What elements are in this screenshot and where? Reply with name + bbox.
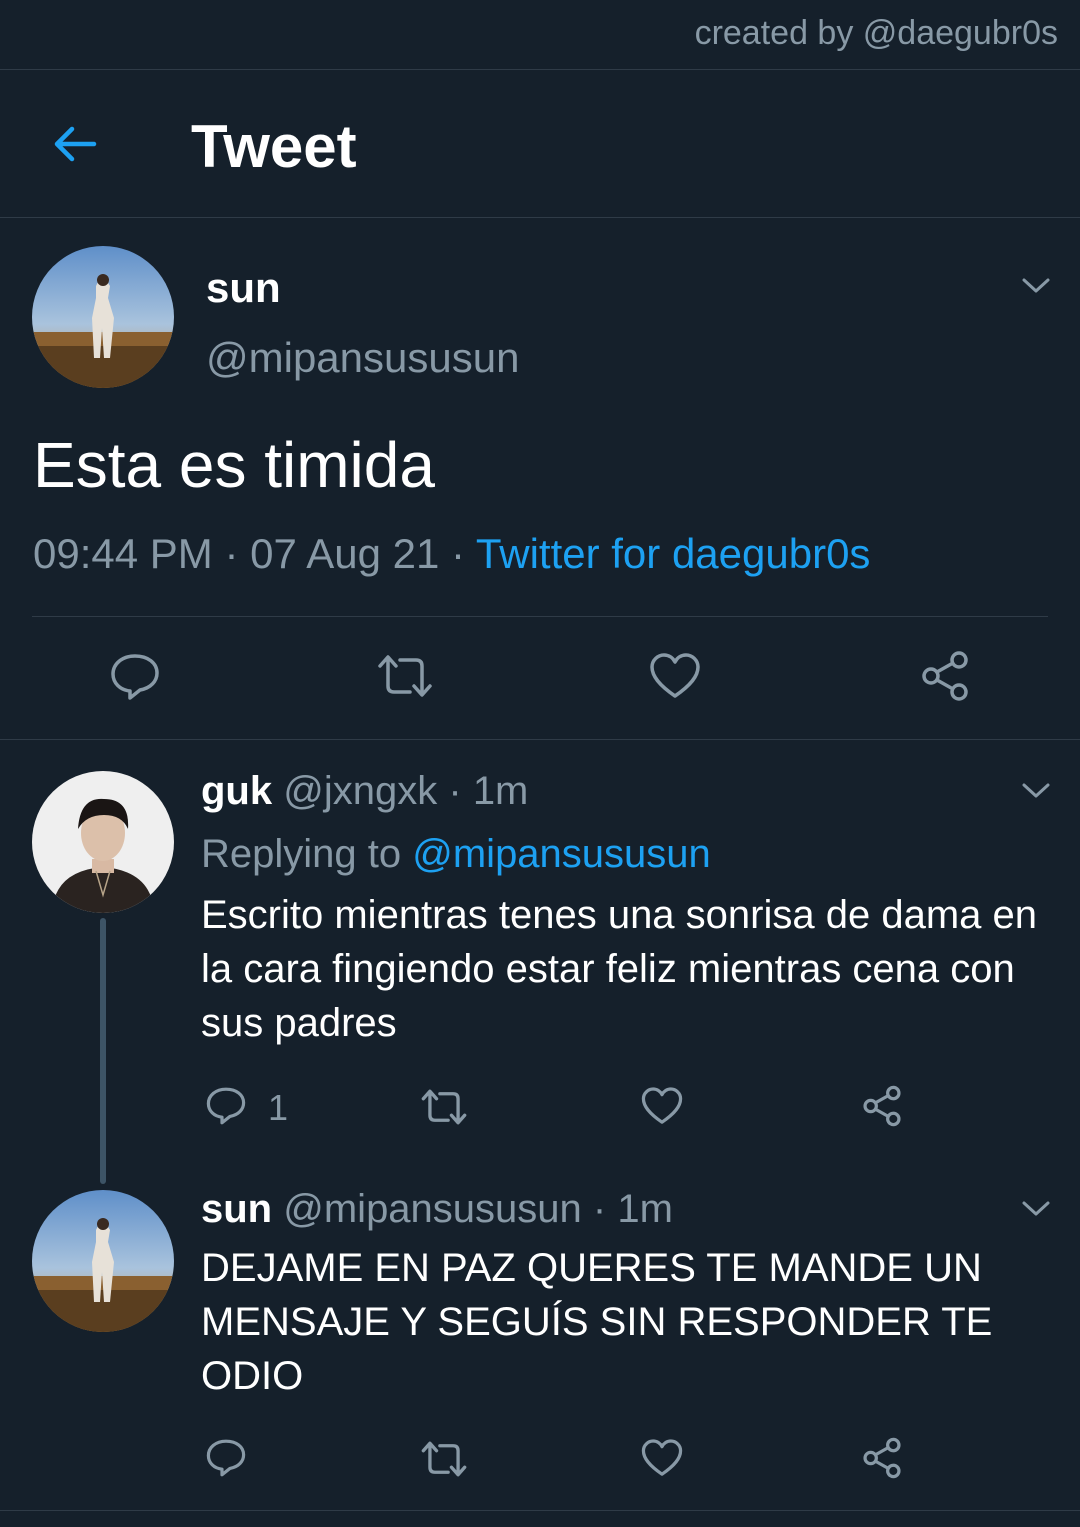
reply-header: sun @mipansususun · 1m (201, 1187, 673, 1232)
tweet-text: Esta es timida (33, 429, 435, 501)
author-handle[interactable]: @mipansususun (206, 334, 519, 382)
chevron-down-icon[interactable] (1021, 276, 1051, 296)
back-arrow-icon[interactable] (50, 120, 98, 168)
reply-author-handle[interactable]: @jxngxk (283, 769, 437, 813)
replying-to-handle[interactable]: @mipansususun (412, 832, 711, 876)
reply-author-name[interactable]: sun (201, 1187, 272, 1231)
replying-to-label: Replying to (201, 832, 402, 876)
meta-separator: · (450, 530, 465, 577)
reply-author-name[interactable]: guk (201, 769, 272, 813)
like-icon[interactable] (641, 1086, 683, 1126)
reply-text: Escrito mientras tenes una sonrisa de da… (201, 893, 1037, 1045)
share-icon[interactable] (861, 1437, 903, 1479)
divider (0, 739, 1080, 740)
reply-icon[interactable] (205, 1086, 247, 1126)
reply-icon[interactable] (109, 652, 161, 702)
tweet-meta: 09:44 PM · 07 Aug 21 · Twitter for daegu… (33, 530, 870, 578)
replying-to: Replying to @mipansususun (201, 832, 711, 877)
share-icon[interactable] (861, 1085, 903, 1127)
avatar[interactable] (32, 1190, 174, 1332)
reply-header: guk @jxngxk · 1m (201, 769, 528, 814)
avatar-image (32, 246, 174, 388)
divider (0, 1510, 1080, 1511)
meta-separator: · (448, 769, 462, 813)
tweet-time: 09:44 PM (33, 530, 213, 577)
retweet-icon[interactable] (420, 1087, 468, 1127)
credit-text: created by @daegubr0s (694, 14, 1058, 52)
tweet-client-link[interactable]: Twitter for daegubr0s (476, 530, 871, 577)
author-name[interactable]: sun (206, 264, 281, 312)
reply-icon[interactable] (205, 1438, 247, 1478)
reply-count: 1 (268, 1087, 289, 1128)
divider (32, 616, 1048, 617)
avatar[interactable] (32, 771, 174, 913)
app-header: Tweet (0, 70, 1080, 218)
reply-age: 1m (617, 1187, 673, 1231)
reply-text: DEJAME EN PAZ QUERES TE MANDE UN MENSAJE… (201, 1246, 993, 1398)
credit-bar: created by @daegubr0s (0, 0, 1080, 70)
reply-author-handle[interactable]: @mipansususun (283, 1187, 582, 1231)
meta-separator: · (224, 530, 239, 577)
thread-line (100, 918, 106, 1184)
avatar-image (32, 771, 174, 913)
retweet-icon[interactable] (420, 1439, 468, 1479)
tweet-date: 07 Aug 21 (250, 530, 440, 577)
chevron-down-icon[interactable] (1021, 781, 1051, 801)
avatar[interactable] (32, 246, 174, 388)
page-title: Tweet (191, 113, 357, 180)
like-icon[interactable] (649, 652, 701, 700)
avatar-image (32, 1190, 174, 1332)
meta-separator: · (592, 1187, 607, 1231)
reply-age: 1m (472, 769, 529, 813)
retweet-icon[interactable] (376, 652, 434, 700)
share-icon[interactable] (919, 650, 971, 702)
like-icon[interactable] (641, 1438, 683, 1478)
chevron-down-icon[interactable] (1021, 1199, 1051, 1219)
